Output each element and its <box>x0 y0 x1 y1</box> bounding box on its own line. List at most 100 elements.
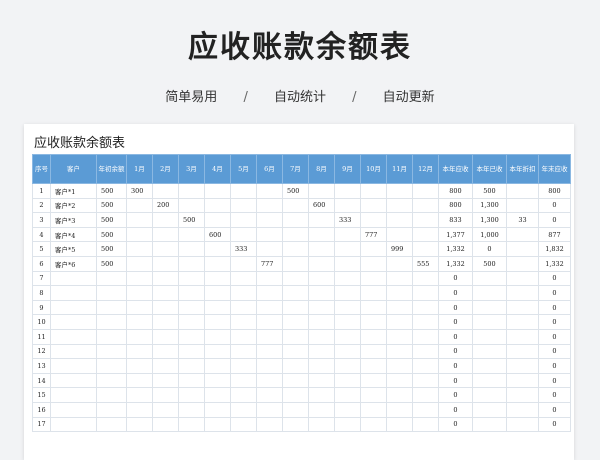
table-cell[interactable]: 0 <box>538 197 571 214</box>
table-cell[interactable] <box>126 387 153 403</box>
table-cell[interactable]: 0 <box>538 328 571 345</box>
table-cell[interactable]: 客户*5 <box>50 241 97 257</box>
table-cell[interactable] <box>282 314 309 330</box>
table-cell[interactable] <box>204 314 231 330</box>
table-cell[interactable] <box>386 270 413 287</box>
table-cell[interactable] <box>412 241 439 257</box>
table-cell[interactable]: 0 <box>538 372 571 389</box>
table-cell[interactable]: 500 <box>96 212 127 228</box>
table-cell[interactable] <box>386 314 413 330</box>
table-cell[interactable] <box>126 416 153 433</box>
table-cell[interactable] <box>204 299 231 316</box>
table-cell[interactable] <box>230 372 257 389</box>
table-cell[interactable] <box>308 270 335 287</box>
table-cell[interactable] <box>178 241 205 257</box>
table-cell[interactable] <box>308 416 335 433</box>
table-cell[interactable] <box>506 416 539 433</box>
table-cell[interactable]: 500 <box>96 197 127 214</box>
table-cell[interactable] <box>506 285 539 301</box>
table-cell[interactable] <box>152 372 179 389</box>
table-cell[interactable]: 1,332 <box>438 255 473 272</box>
table-cell[interactable] <box>282 401 309 418</box>
table-cell[interactable] <box>412 372 439 389</box>
table-cell[interactable] <box>178 372 205 389</box>
table-cell[interactable]: 500 <box>178 212 205 228</box>
table-cell[interactable]: 9 <box>32 299 51 316</box>
table-cell[interactable] <box>386 212 413 228</box>
table-cell[interactable] <box>360 372 387 389</box>
table-cell[interactable] <box>204 255 231 272</box>
table-cell[interactable]: 777 <box>360 226 387 243</box>
table-cell[interactable] <box>472 416 507 433</box>
table-cell[interactable] <box>334 226 361 243</box>
table-cell[interactable] <box>308 226 335 243</box>
table-cell[interactable] <box>126 285 153 301</box>
table-cell[interactable]: 500 <box>472 183 507 199</box>
table-cell[interactable] <box>386 372 413 389</box>
table-cell[interactable] <box>282 226 309 243</box>
table-cell[interactable] <box>360 255 387 272</box>
table-cell[interactable]: 8 <box>32 285 51 301</box>
table-cell[interactable] <box>282 416 309 433</box>
table-cell[interactable] <box>334 343 361 360</box>
table-cell[interactable]: 17 <box>32 416 51 433</box>
table-cell[interactable]: 0 <box>438 285 473 301</box>
table-cell[interactable] <box>152 285 179 301</box>
table-cell[interactable]: 0 <box>538 401 571 418</box>
table-cell[interactable] <box>334 314 361 330</box>
table-cell[interactable] <box>50 343 97 360</box>
table-cell[interactable] <box>386 358 413 374</box>
table-cell[interactable] <box>412 183 439 199</box>
table-cell[interactable] <box>256 226 283 243</box>
table-cell[interactable] <box>308 358 335 374</box>
table-cell[interactable]: 客户*6 <box>50 255 97 272</box>
table-cell[interactable] <box>506 372 539 389</box>
table-cell[interactable] <box>178 416 205 433</box>
table-cell[interactable] <box>308 372 335 389</box>
table-cell[interactable] <box>96 299 127 316</box>
table-cell[interactable] <box>386 255 413 272</box>
table-cell[interactable]: 833 <box>438 212 473 228</box>
table-cell[interactable] <box>360 387 387 403</box>
table-cell[interactable] <box>152 183 179 199</box>
table-cell[interactable] <box>230 197 257 214</box>
table-cell[interactable]: 1 <box>32 183 51 199</box>
table-cell[interactable] <box>152 255 179 272</box>
table-cell[interactable] <box>334 241 361 257</box>
table-cell[interactable] <box>386 299 413 316</box>
table-cell[interactable]: 10 <box>32 314 51 330</box>
table-cell[interactable]: 6 <box>32 255 51 272</box>
table-cell[interactable] <box>506 226 539 243</box>
table-cell[interactable] <box>472 358 507 374</box>
table-cell[interactable]: 7 <box>32 270 51 287</box>
table-cell[interactable] <box>96 372 127 389</box>
table-cell[interactable] <box>360 314 387 330</box>
table-cell[interactable] <box>472 285 507 301</box>
table-cell[interactable] <box>256 299 283 316</box>
table-cell[interactable] <box>412 314 439 330</box>
table-cell[interactable]: 555 <box>412 255 439 272</box>
table-cell[interactable]: 0 <box>538 285 571 301</box>
table-cell[interactable] <box>96 314 127 330</box>
table-cell[interactable] <box>152 387 179 403</box>
table-cell[interactable] <box>204 285 231 301</box>
table-cell[interactable] <box>506 343 539 360</box>
table-cell[interactable] <box>282 270 309 287</box>
table-cell[interactable] <box>386 328 413 345</box>
table-cell[interactable] <box>360 299 387 316</box>
table-cell[interactable] <box>282 197 309 214</box>
table-cell[interactable] <box>50 416 97 433</box>
table-cell[interactable] <box>178 314 205 330</box>
table-cell[interactable]: 0 <box>438 328 473 345</box>
table-cell[interactable]: 3 <box>32 212 51 228</box>
table-cell[interactable]: 0 <box>438 314 473 330</box>
table-cell[interactable] <box>50 372 97 389</box>
table-cell[interactable] <box>204 343 231 360</box>
table-cell[interactable] <box>152 358 179 374</box>
table-cell[interactable] <box>412 285 439 301</box>
table-cell[interactable] <box>282 241 309 257</box>
table-cell[interactable]: 16 <box>32 401 51 418</box>
table-cell[interactable] <box>152 212 179 228</box>
table-cell[interactable] <box>412 212 439 228</box>
table-cell[interactable]: 13 <box>32 358 51 374</box>
